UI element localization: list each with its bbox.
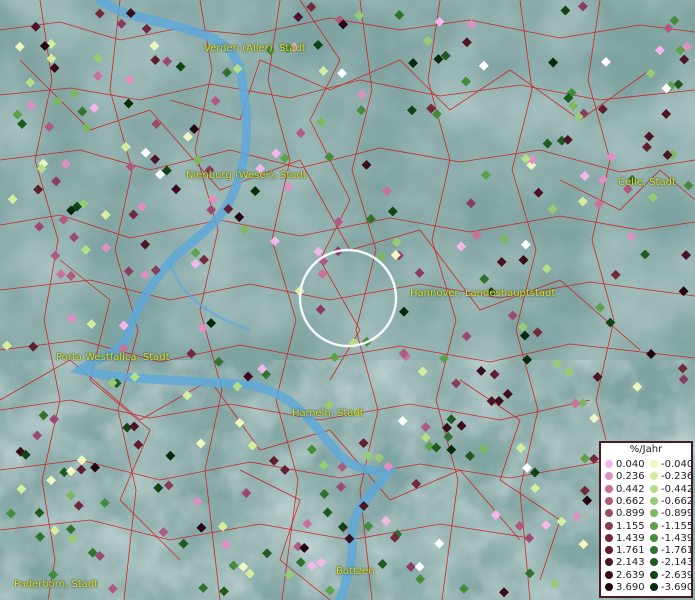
- city-label-paderborn[interactable]: Paderborn, Stadt: [14, 579, 98, 590]
- legend-swatch: [605, 570, 613, 579]
- legend-value: -0.040: [661, 459, 694, 470]
- legend-value: 0.040: [616, 459, 645, 470]
- map-canvas[interactable]: [0, 0, 695, 600]
- legend-swatch: [650, 546, 658, 555]
- city-label-hannover[interactable]: Hannover, Landeshauptstadt: [410, 288, 555, 299]
- legend-value: -0.899: [661, 508, 694, 520]
- legend-value: -0.442: [661, 483, 694, 495]
- legend-title: %/Jahr: [629, 444, 663, 455]
- legend-swatch: [650, 570, 658, 579]
- legend-swatch: [605, 583, 613, 591]
- legend-value: -3.690: [661, 582, 694, 593]
- legend-swatch: [650, 509, 658, 518]
- legend-value: 0.442: [616, 483, 645, 495]
- legend-value: 0.899: [616, 508, 645, 520]
- legend-swatch: [605, 558, 613, 567]
- legend-swatch: [605, 546, 613, 555]
- legend-value: 3.690: [616, 582, 645, 593]
- legend-swatch: [605, 472, 613, 481]
- legend-value: -2.143: [661, 557, 694, 569]
- legend-value: 1.155: [616, 520, 645, 532]
- legend-value: -0.662: [661, 495, 694, 507]
- legend-value: 2.143: [616, 557, 645, 569]
- legend-swatch: [650, 484, 658, 493]
- legend-swatch: [650, 472, 658, 481]
- legend-value: 1.439: [616, 532, 645, 544]
- legend-value: -1.439: [661, 532, 694, 544]
- legend-swatch: [605, 521, 613, 530]
- city-label-hameln[interactable]: Hameln, Stadt: [292, 408, 364, 419]
- city-label-nienburg[interactable]: Nienburg (Weser), Stadt: [186, 170, 307, 181]
- city-label-celle[interactable]: Celle, Stadt: [618, 177, 676, 188]
- city-label-bottzen[interactable]: Bottzen: [336, 566, 375, 577]
- legend-swatch: [650, 496, 658, 505]
- legend-swatch: [605, 509, 613, 518]
- legend-value: 1.761: [616, 545, 645, 557]
- legend-swatch: [605, 460, 613, 468]
- legend-value: -1.761: [661, 545, 694, 557]
- legend-value: 0.236: [616, 471, 645, 483]
- legend-swatch: [650, 460, 658, 468]
- legend-swatch: [650, 533, 658, 542]
- legend-swatch: [650, 558, 658, 567]
- legend-value: 0.662: [616, 495, 645, 507]
- legend-value: -1.155: [661, 520, 694, 532]
- city-label-porta[interactable]: Porta Westfalica, Stadt: [56, 352, 170, 363]
- legend: %/Jahr 0.040 0.236 0.442 0.662 0.899 1.155 1.4…: [599, 441, 693, 598]
- legend-swatch: [650, 521, 658, 530]
- legend-swatch: [605, 533, 613, 542]
- legend-value: 2.639: [616, 569, 645, 581]
- city-label-verden[interactable]: Verden (Aller), Stadt: [204, 43, 306, 54]
- legend-value: -2.639: [661, 569, 694, 581]
- legend-value: -0.236: [661, 471, 694, 483]
- legend-swatch: [605, 484, 613, 493]
- legend-swatch: [605, 496, 613, 505]
- legend-swatch: [650, 583, 658, 591]
